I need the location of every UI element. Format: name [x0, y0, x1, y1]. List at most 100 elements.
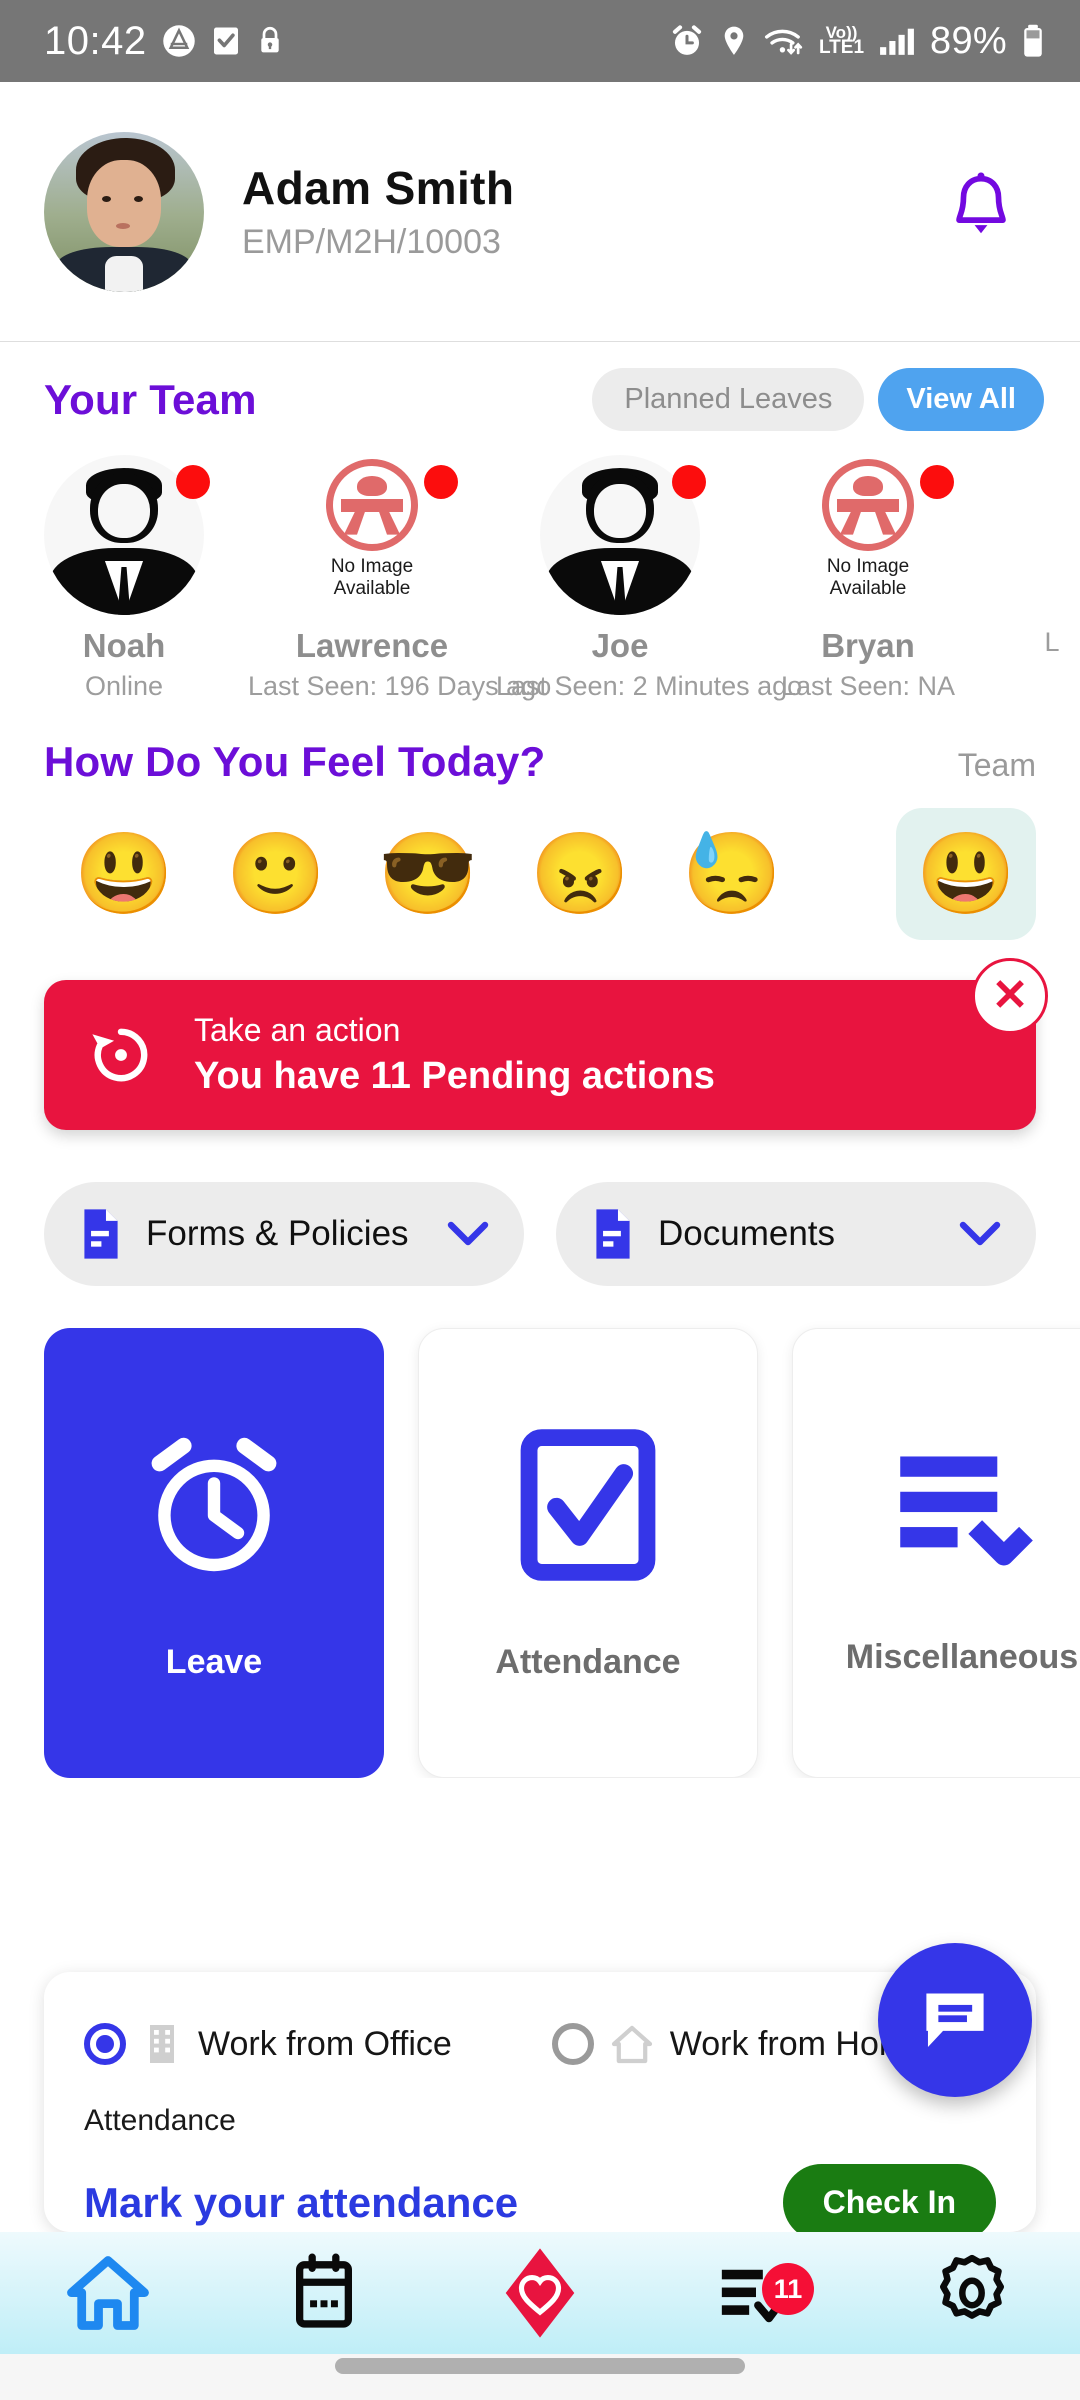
heart-diamond-icon[interactable] — [492, 2245, 588, 2341]
alert-text-block: Take an action You have 11 Pending actio… — [194, 1012, 715, 1098]
mood-option-sunglasses[interactable]: 😎 — [352, 834, 504, 914]
chat-fab-button[interactable] — [878, 1943, 1032, 2097]
status-badge — [920, 465, 954, 499]
nav-item-wellness[interactable] — [432, 2245, 648, 2341]
notification-button[interactable] — [926, 170, 1036, 254]
checkbox-icon — [520, 1428, 656, 1581]
status-badge — [176, 465, 210, 499]
bell-icon[interactable] — [944, 170, 1018, 254]
alarm-clock-icon — [151, 1437, 277, 1571]
nav-item-home[interactable] — [0, 2251, 216, 2335]
alert-banner-wrap: Take an action You have 11 Pending actio… — [0, 950, 1080, 1130]
list-item[interactable]: No Image Available Bryan Last Seen: NA — [744, 455, 992, 702]
gesture-handle[interactable] — [335, 2358, 745, 2374]
profile-header[interactable]: Adam Smith EMP/M2H/10003 — [0, 82, 1080, 342]
chevron-down-icon[interactable] — [446, 1219, 490, 1249]
status-bar-right: Vo)) LTE1 89% — [668, 20, 1046, 63]
tile-leave[interactable]: Leave — [44, 1328, 384, 1778]
no-image-line2: Available — [333, 578, 411, 600]
radio-work-from-home[interactable]: Work from Home — [551, 2020, 926, 2068]
alarm-icon — [672, 25, 702, 55]
location-icon — [724, 26, 744, 55]
avatar-eye-left — [101, 195, 111, 202]
dropdown-label: Forms & Policies — [146, 1214, 409, 1253]
status-bar-left: 10:42 — [44, 19, 285, 64]
slightly-smiling-face-icon[interactable]: 🙂 — [226, 834, 326, 914]
work-mode-options[interactable]: Work from Office Work from Home — [84, 2020, 996, 2068]
list-item[interactable]: No Image Available Lawrence Last Seen: 1… — [248, 455, 552, 702]
history-restore-icon — [92, 1028, 148, 1082]
member-avatar[interactable] — [992, 455, 1080, 615]
mood-option-anxious[interactable]: 😓 — [656, 834, 808, 914]
battery-icon — [1024, 24, 1042, 57]
mood-title: How Do You Feel Today? — [44, 738, 546, 785]
grinning-face-icon[interactable]: 😃 — [916, 834, 1016, 914]
nav-item-calendar[interactable] — [216, 2253, 432, 2333]
battery-percent: 89% — [930, 19, 1007, 62]
member-status: Last Seen: 196 Days ago — [248, 671, 552, 701]
avatar-eye-right — [133, 195, 143, 202]
nav-item-tasks[interactable]: 11 — [648, 2255, 864, 2331]
list-item[interactable]: L — [992, 455, 1080, 658]
tasks-badge: 11 — [762, 2263, 814, 2315]
chevron-down-icon[interactable] — [958, 1219, 1002, 1249]
list-arrow-icon — [900, 1455, 1033, 1565]
member-name: Noah — [82, 627, 166, 664]
lock-icon — [260, 26, 279, 53]
planned-leaves-button[interactable]: Planned Leaves — [592, 368, 865, 431]
mood-option-smiling[interactable]: 🙂 — [200, 834, 352, 914]
mood-option-grinning[interactable]: 😃 — [48, 834, 200, 914]
employee-id: EMP/M2H/10003 — [242, 223, 501, 261]
radio-work-from-office[interactable]: Work from Office — [84, 2020, 452, 2068]
alert-title: Take an action — [194, 1012, 401, 1048]
tile-attendance[interactable]: Attendance — [418, 1328, 758, 1778]
office-building-icon — [150, 2025, 174, 2063]
member-avatar[interactable]: No Image Available — [788, 455, 954, 615]
documents-dropdown[interactable]: Documents — [556, 1182, 1036, 1286]
gear-icon[interactable] — [930, 2251, 1014, 2335]
tile-label: Attendance — [495, 1642, 681, 1681]
avatar[interactable] — [44, 131, 204, 292]
bottom-navigation[interactable]: 11 — [0, 2232, 1080, 2354]
close-icon[interactable]: ✕ — [972, 958, 1048, 1034]
no-image-line1: No Image — [826, 556, 910, 577]
mood-selected-option[interactable]: 😃 — [896, 808, 1036, 940]
forms-and-policies-dropdown[interactable]: Forms & Policies — [44, 1182, 524, 1286]
check-in-button[interactable]: Check In — [782, 2164, 996, 2232]
calendar-icon[interactable] — [289, 2253, 359, 2333]
radio-selected-icon[interactable] — [84, 2023, 126, 2065]
tile-label: Leave — [165, 1642, 263, 1681]
nav-item-settings[interactable] — [864, 2251, 1080, 2335]
member-status: Last Seen: NA — [780, 671, 956, 701]
sunglasses-face-icon[interactable]: 😎 — [378, 834, 478, 914]
team-member-list[interactable]: Noah Online No Image Available Lawrence … — [0, 431, 1080, 712]
home-icon[interactable] — [64, 2251, 152, 2335]
list-item[interactable]: Joe Last Seen: 2 Minutes ago — [496, 455, 802, 702]
module-tiles[interactable]: Leave Attendance Miscellaneous — [0, 1286, 1080, 1778]
tile-miscellaneous[interactable]: Miscellaneous — [792, 1328, 1080, 1778]
radio-unselected-icon[interactable] — [551, 2023, 594, 2065]
grinning-face-icon[interactable]: 😃 — [74, 834, 174, 914]
page-title: Adam Smith — [242, 162, 515, 214]
member-avatar[interactable] — [44, 455, 210, 615]
chat-message-icon[interactable] — [916, 1981, 994, 2059]
volte-indicator: Vo)) LTE1 — [818, 22, 865, 59]
mood-options[interactable]: 😃 🙂 😎 😠 😓 😃 — [0, 786, 1080, 950]
no-image-line1: No Image — [330, 556, 414, 577]
member-avatar[interactable]: No Image Available — [292, 455, 458, 615]
status-badge — [672, 465, 706, 499]
list-item[interactable]: Noah Online — [0, 455, 248, 702]
pending-actions-banner[interactable]: Take an action You have 11 Pending actio… — [44, 980, 1036, 1130]
view-all-button[interactable]: View All — [878, 368, 1044, 431]
dropdown-label: Documents — [658, 1214, 836, 1253]
mood-option-angry[interactable]: 😠 — [504, 834, 656, 914]
angry-face-icon[interactable]: 😠 — [530, 834, 630, 914]
status-badge — [424, 465, 458, 499]
anxious-sweat-face-icon[interactable]: 😓 — [682, 834, 782, 914]
signal-icon — [880, 28, 914, 55]
member-avatar[interactable] — [540, 455, 706, 615]
quick-dropdowns: Forms & Policies Documents — [0, 1130, 1080, 1286]
home-icon — [611, 2025, 652, 2064]
member-name: Joe — [591, 627, 649, 664]
attendance-section-label: Attendance — [84, 2104, 236, 2137]
